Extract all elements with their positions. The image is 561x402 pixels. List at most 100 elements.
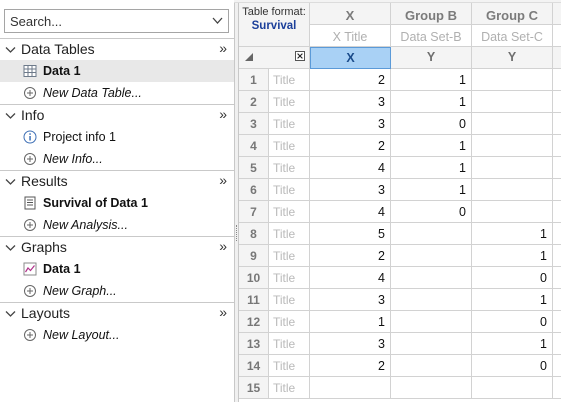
table-format-cell[interactable]: Table format: Survival <box>239 3 310 47</box>
table-cell[interactable]: 3 <box>310 289 391 311</box>
subcolumn-group-c[interactable]: Y <box>472 47 553 69</box>
nav-item[interactable]: New Data Table... <box>0 82 234 104</box>
row-title[interactable]: Title <box>269 267 310 289</box>
table-cell[interactable]: 1 <box>391 91 472 113</box>
column-title-group-b[interactable]: Data Set-B <box>391 25 472 47</box>
table-cell[interactable]: 2 <box>310 69 391 91</box>
table-cell[interactable] <box>553 113 561 135</box>
section-header-layouts[interactable]: Layouts » <box>0 302 234 324</box>
table-cell[interactable]: 0 <box>391 201 472 223</box>
column-title-group-c[interactable]: Data Set-C <box>472 25 553 47</box>
sheet-corner[interactable] <box>239 47 310 69</box>
table-cell[interactable] <box>553 355 561 377</box>
section-header-graphs[interactable]: Graphs » <box>0 236 234 258</box>
chevron-down-icon[interactable] <box>5 111 16 121</box>
row-number[interactable]: 1 <box>239 69 269 91</box>
row-title[interactable]: Title <box>269 223 310 245</box>
table-cell[interactable]: 5 <box>310 223 391 245</box>
table-cell[interactable]: 1 <box>391 179 472 201</box>
table-cell[interactable]: 4 <box>310 267 391 289</box>
table-cell[interactable]: 0 <box>472 355 553 377</box>
table-cell[interactable] <box>391 377 472 399</box>
column-header-group-b[interactable]: Group B <box>391 3 472 25</box>
row-number[interactable]: 6 <box>239 179 269 201</box>
nav-item[interactable]: Project info 1 <box>0 126 234 148</box>
row-number[interactable]: 4 <box>239 135 269 157</box>
table-cell[interactable] <box>391 289 472 311</box>
column-title-x[interactable]: X Title <box>310 25 391 47</box>
table-cell[interactable] <box>553 333 561 355</box>
table-cell[interactable] <box>472 113 553 135</box>
table-cell[interactable] <box>472 179 553 201</box>
row-number[interactable]: 13 <box>239 333 269 355</box>
chevron-down-icon[interactable] <box>5 309 16 319</box>
nav-item[interactable]: Data 1 <box>0 60 234 82</box>
row-number[interactable]: 14 <box>239 355 269 377</box>
table-cell[interactable]: 3 <box>310 113 391 135</box>
table-cell[interactable] <box>553 91 561 113</box>
table-cell[interactable]: 0 <box>472 267 553 289</box>
row-title[interactable]: Title <box>269 113 310 135</box>
table-cell[interactable]: 1 <box>472 223 553 245</box>
row-title[interactable]: Title <box>269 201 310 223</box>
more-icon[interactable]: » <box>219 238 227 254</box>
table-cell[interactable] <box>553 245 561 267</box>
table-cell[interactable]: 1 <box>391 69 472 91</box>
row-title[interactable]: Title <box>269 289 310 311</box>
row-title[interactable]: Title <box>269 333 310 355</box>
table-cell[interactable] <box>472 135 553 157</box>
table-cell[interactable] <box>391 333 472 355</box>
select-all-icon[interactable] <box>245 53 253 61</box>
table-cell[interactable]: 3 <box>310 179 391 201</box>
column-header-group-c[interactable]: Group C <box>472 3 553 25</box>
row-title[interactable]: Title <box>269 377 310 399</box>
row-title[interactable]: Title <box>269 69 310 91</box>
row-number[interactable]: 9 <box>239 245 269 267</box>
column-title-next[interactable] <box>553 25 561 47</box>
table-cell[interactable] <box>553 223 561 245</box>
nav-item[interactable]: Data 1 <box>0 258 234 280</box>
table-cell[interactable]: 0 <box>391 113 472 135</box>
more-icon[interactable]: » <box>219 304 227 320</box>
nav-item[interactable]: Survival of Data 1 <box>0 192 234 214</box>
chevron-down-icon[interactable] <box>5 177 16 187</box>
row-title[interactable]: Title <box>269 311 310 333</box>
search-input[interactable] <box>5 10 205 32</box>
row-number[interactable]: 7 <box>239 201 269 223</box>
row-title[interactable]: Title <box>269 91 310 113</box>
section-header-results[interactable]: Results » <box>0 170 234 192</box>
subcolumn-group-b[interactable]: Y <box>391 47 472 69</box>
more-icon[interactable]: » <box>219 40 227 56</box>
row-number[interactable]: 8 <box>239 223 269 245</box>
table-cell[interactable] <box>553 69 561 91</box>
table-cell[interactable] <box>553 179 561 201</box>
more-icon[interactable]: » <box>219 106 227 122</box>
row-number[interactable]: 15 <box>239 377 269 399</box>
table-cell[interactable] <box>472 157 553 179</box>
table-cell[interactable] <box>553 157 561 179</box>
table-cell[interactable]: 1 <box>472 245 553 267</box>
table-cell[interactable] <box>310 377 391 399</box>
table-cell[interactable] <box>472 91 553 113</box>
nav-item[interactable]: New Layout... <box>0 324 234 346</box>
table-cell[interactable] <box>391 355 472 377</box>
table-cell[interactable] <box>472 201 553 223</box>
table-cell[interactable]: 2 <box>310 245 391 267</box>
subcolumn-next[interactable] <box>553 47 561 69</box>
section-header-data-tables[interactable]: Data Tables » <box>0 38 234 60</box>
nav-item[interactable]: New Graph... <box>0 280 234 302</box>
splitter-grip[interactable] <box>236 225 237 241</box>
section-header-info[interactable]: Info » <box>0 104 234 126</box>
nav-item[interactable]: New Analysis... <box>0 214 234 236</box>
row-title[interactable]: Title <box>269 245 310 267</box>
row-title[interactable]: Title <box>269 157 310 179</box>
table-cell[interactable]: 3 <box>310 91 391 113</box>
row-title[interactable]: Title <box>269 179 310 201</box>
table-cell[interactable] <box>391 267 472 289</box>
chevron-down-icon[interactable] <box>5 45 16 55</box>
row-number[interactable]: 3 <box>239 113 269 135</box>
table-cell[interactable] <box>391 223 472 245</box>
table-cell[interactable] <box>553 377 561 399</box>
row-number[interactable]: 5 <box>239 157 269 179</box>
table-cell[interactable] <box>553 311 561 333</box>
